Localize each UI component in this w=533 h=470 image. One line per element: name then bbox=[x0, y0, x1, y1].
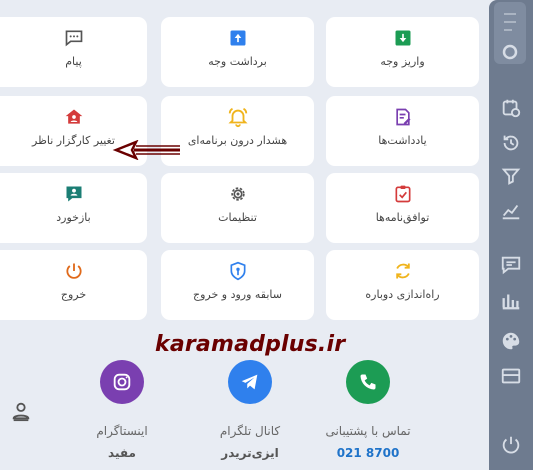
telegram-title: کانال تلگرام bbox=[219, 424, 281, 438]
tile-deposit[interactable]: واریز وجه bbox=[326, 17, 479, 87]
tile-label: یادداشت‌ها bbox=[378, 134, 427, 147]
tile-label: توافق‌نامه‌ها bbox=[375, 211, 430, 224]
palette-icon[interactable] bbox=[489, 328, 533, 354]
support-title: تماس با پشتیبانی bbox=[325, 424, 411, 438]
chat-icon[interactable] bbox=[489, 252, 533, 278]
message-icon bbox=[61, 26, 87, 50]
right-sidebar bbox=[489, 0, 533, 470]
shield-key-icon bbox=[225, 259, 251, 283]
power-icon bbox=[61, 259, 87, 283]
telegram-icon[interactable] bbox=[228, 360, 272, 404]
phone-icon[interactable] bbox=[346, 360, 390, 404]
user-icon[interactable] bbox=[0, 393, 44, 429]
tile-message[interactable]: پیام bbox=[0, 17, 147, 87]
instagram-value: مفید bbox=[108, 446, 136, 460]
instagram-icon[interactable] bbox=[100, 360, 144, 404]
history-icon[interactable] bbox=[489, 130, 533, 156]
tile-withdraw[interactable]: برداشت وجه bbox=[161, 17, 314, 87]
withdraw-icon bbox=[225, 26, 251, 50]
tile-settings[interactable]: تنظیمات bbox=[161, 173, 314, 243]
tile-notes[interactable]: یادداشت‌ها bbox=[326, 96, 479, 166]
chart-icon[interactable] bbox=[489, 198, 533, 224]
support-phone: 021 8700 bbox=[336, 446, 400, 460]
gear-icon bbox=[225, 182, 251, 206]
tile-agreements[interactable]: توافق‌نامه‌ها bbox=[326, 173, 479, 243]
tile-logout[interactable]: خروج bbox=[0, 250, 147, 320]
note-edit-icon bbox=[390, 105, 416, 129]
deposit-icon bbox=[390, 26, 416, 50]
tile-label: پیام bbox=[65, 55, 82, 68]
tile-label: بازخورد bbox=[56, 211, 91, 224]
tile-label: واریز وجه bbox=[380, 55, 425, 68]
feedback-icon bbox=[61, 182, 87, 206]
layout-icon[interactable] bbox=[489, 363, 533, 389]
instagram-title: اینستاگرام bbox=[96, 424, 148, 438]
tile-restart[interactable]: راه‌اندازی دوباره bbox=[326, 250, 479, 320]
bell-ring-icon bbox=[225, 105, 251, 129]
tile-feedback[interactable]: بازخورد bbox=[0, 173, 147, 243]
telegram-value: ایزی‌تریدر bbox=[221, 446, 279, 460]
clipboard-check-icon bbox=[390, 182, 416, 206]
bars-chart-icon[interactable] bbox=[489, 287, 533, 313]
tile-in-app-alert[interactable]: هشدار درون برنامه‌ای bbox=[161, 96, 314, 166]
logo-icon[interactable] bbox=[494, 2, 526, 64]
tile-label: تنظیمات bbox=[218, 211, 257, 224]
tile-label: برداشت وجه bbox=[208, 55, 267, 68]
tile-label: هشدار درون برنامه‌ای bbox=[187, 134, 288, 147]
power-icon[interactable] bbox=[489, 432, 533, 458]
tile-label: خروج bbox=[60, 288, 87, 301]
tile-label: تغییر کارگزار ناظر bbox=[32, 134, 115, 147]
tile-label: سابقه ورود و خروج bbox=[192, 288, 282, 301]
filter-icon[interactable] bbox=[489, 163, 533, 189]
home-user-icon bbox=[61, 105, 87, 129]
refresh-icon bbox=[390, 259, 416, 283]
tile-login-history[interactable]: سابقه ورود و خروج bbox=[161, 250, 314, 320]
calendar-icon[interactable] bbox=[489, 95, 533, 121]
tile-label: راه‌اندازی دوباره bbox=[365, 288, 440, 301]
support-contact[interactable]: تماس با پشتیبانی 021 8700 bbox=[293, 360, 443, 460]
annotation-arrow-icon bbox=[112, 140, 180, 160]
watermark-text: karamadplus.ir bbox=[155, 332, 346, 357]
